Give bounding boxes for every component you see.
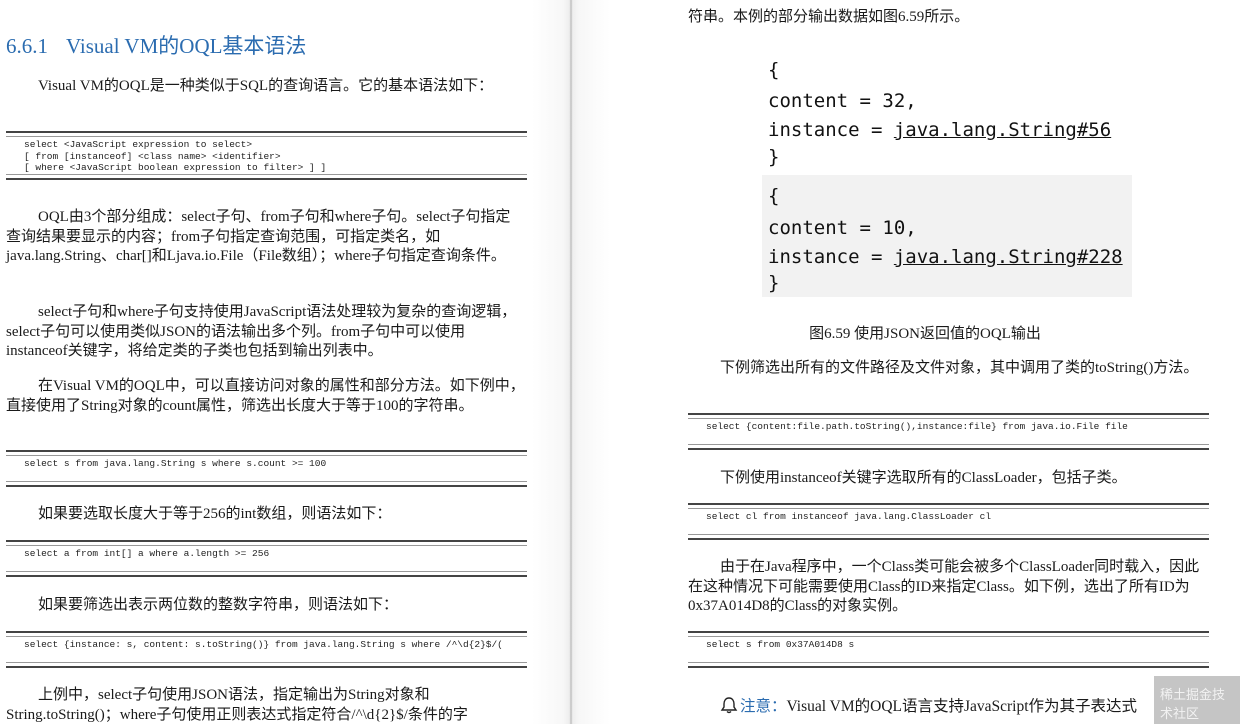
instance-line: instance = java.lang.String#56	[768, 119, 1111, 141]
paragraph-json-explain: 上例中，select子句使用JSON语法，指定输出为String对象和Strin…	[6, 687, 468, 723]
instance-prefix: instance =	[768, 119, 894, 141]
paragraph-class-id: 由于在Java程序中，一个Class类可能会被多个ClassLoader同时载入…	[688, 559, 1200, 614]
note-text: Visual VM的OQL语言支持JavaScript作为其子表达式	[786, 698, 1138, 715]
code-text: select cl from instanceof java.lang.Clas…	[706, 511, 992, 522]
code-block-int-array: select a from int[] a where a.length >= …	[6, 540, 527, 577]
brace-open: {	[768, 59, 780, 81]
paragraph-file-objects: 下例筛选出所有的文件路径及文件对象，其中调用了类的toString()方法。	[720, 360, 1199, 376]
code-block-file: select {content:file.path.toString(),ins…	[688, 413, 1209, 450]
note-label: 注意：	[740, 698, 787, 715]
instance-value: java.lang.String#56	[893, 119, 1112, 141]
code-block-classloader: select cl from instanceof java.lang.Clas…	[688, 503, 1209, 540]
brace-close: }	[768, 272, 780, 294]
instance-value: java.lang.String#228	[893, 246, 1123, 268]
section-title: Visual VM的OQL基本语法	[66, 34, 307, 58]
code-text: select s from 0x37A014D8 s	[706, 639, 855, 650]
brace-close: }	[768, 146, 780, 168]
paragraph-classloader: 下例使用instanceof关键字选取所有的ClassLoader，包括子类。	[720, 470, 1127, 486]
bell-icon	[720, 697, 738, 714]
paragraph-access-properties: 在Visual VM的OQL中，可以直接访问对象的属性和部分方法。如下例中，直接…	[6, 378, 525, 414]
right-page: 符串。本例的部分输出数据如图6.59所示。 { content = 32, in…	[610, 0, 1240, 724]
code-text: select <JavaScript expression to select>…	[24, 139, 327, 173]
figure-caption: 图6.59 使用JSON返回值的OQL输出	[809, 326, 1041, 342]
paragraph-two-digit: 如果要筛选出表示两位数的整数字符串，则语法如下：	[38, 597, 399, 613]
content-line: content = 32,	[768, 90, 917, 112]
code-text: select {content:file.path.toString(),ins…	[706, 421, 1128, 432]
watermark: 稀土掘金技术社区	[1154, 676, 1240, 724]
code-text: select s from java.lang.String s where s…	[24, 458, 327, 469]
code-block-string-count: select s from java.lang.String s where s…	[6, 450, 527, 487]
content-line: content = 10,	[768, 217, 917, 239]
left-page: 6.6.1 Visual VM的OQL基本语法 Visual VM的OQL是一种类…	[0, 0, 532, 724]
section-number: 6.6.1	[6, 34, 48, 58]
paragraph-oql-parts: OQL由3个部分组成：select子句、from子句和where子句。selec…	[6, 209, 511, 264]
code-text: select a from int[] a where a.length >= …	[24, 548, 270, 559]
output-block-1: { content = 32, instance = java.lang.Str…	[762, 55, 1132, 173]
brace-open: {	[768, 185, 780, 207]
note: 注意：Visual VM的OQL语言支持JavaScript作为其子表达式	[720, 694, 1137, 716]
code-block-class-id: select s from 0x37A014D8 s	[688, 631, 1209, 668]
paragraph-int-array: 如果要选取长度大于等于256的int数组，则语法如下：	[38, 506, 392, 522]
paragraph-intro: Visual VM的OQL是一种类似于SQL的查询语言。它的基本语法如下：	[38, 78, 494, 94]
page-gutter	[532, 0, 610, 724]
figure-json-output: { content = 32, instance = java.lang.Str…	[762, 55, 1132, 297]
code-text: select {instance: s, content: s.toString…	[24, 639, 503, 650]
instance-prefix: instance =	[768, 246, 894, 268]
paragraph-continuation: 符串。本例的部分输出数据如图6.59所示。	[688, 9, 970, 25]
code-block-syntax: select <JavaScript expression to select>…	[6, 131, 527, 180]
output-block-2: { content = 10, instance = java.lang.Str…	[762, 175, 1132, 297]
code-block-json-select: select {instance: s, content: s.toString…	[6, 631, 527, 668]
instance-line: instance = java.lang.String#228	[768, 246, 1123, 268]
paragraph-select-where: select子句和where子句支持使用JavaScript语法处理较为复杂的查…	[6, 304, 517, 359]
section-heading: 6.6.1 Visual VM的OQL基本语法	[6, 30, 306, 60]
